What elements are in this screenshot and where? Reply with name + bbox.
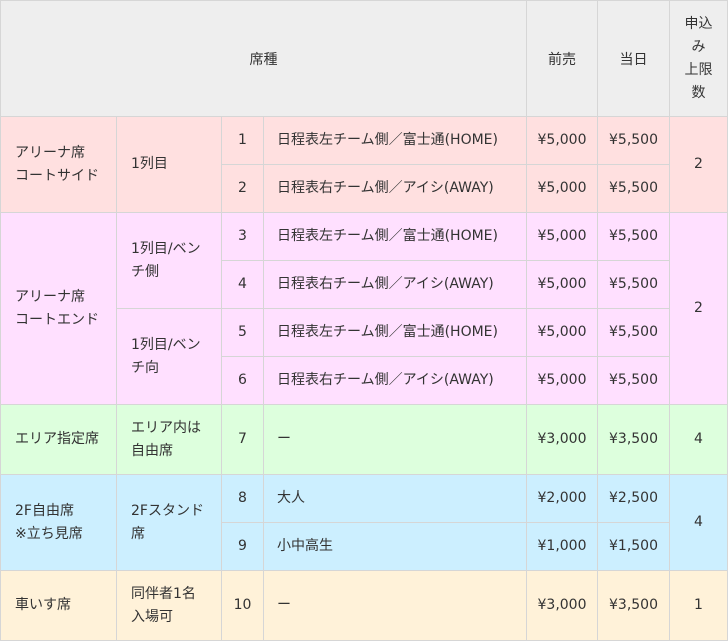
application-limit: 4: [669, 404, 728, 475]
seat-subcategory-line: 2Fスタンド: [131, 502, 204, 519]
door-price: ¥5,500: [597, 116, 670, 165]
table-row: アリーナ席コートサイド 1列目 1 日程表左チーム側／富士通(HOME) ¥5,000 ¥…: [0, 116, 728, 213]
seat-number: 4: [221, 260, 264, 309]
header-door-price: 当日: [597, 0, 670, 117]
door-price: ¥5,500: [597, 356, 670, 405]
seat-subcategory: 1列目: [116, 116, 222, 213]
door-price: ¥5,500: [597, 164, 670, 213]
seat-description: 日程表右チーム側／アイシ(AWAY): [263, 260, 527, 309]
seat-number: 9: [221, 522, 264, 571]
seat-category: アリーナ席コートエンド: [0, 212, 117, 405]
seat-number: 3: [221, 212, 264, 261]
door-price: ¥1,500: [597, 522, 670, 571]
seat-category-line: ※立ち見席: [15, 525, 83, 542]
advance-price: ¥3,000: [526, 404, 598, 475]
door-price: ¥2,500: [597, 474, 670, 523]
seat-subcategory-line: 1列目/ベン: [131, 336, 201, 353]
application-limit: 2: [669, 116, 728, 213]
seat-description: 日程表右チーム側／アイシ(AWAY): [263, 356, 527, 405]
seat-number: 5: [221, 308, 264, 357]
seat-subcategory-line: 1列目/ベン: [131, 240, 201, 257]
header-limit-line: み: [691, 38, 706, 55]
door-price: ¥3,500: [597, 570, 670, 641]
seat-category-line: コートサイド: [15, 167, 99, 184]
table-header-row: 席種 前売 当日 申込 み 上限 数: [0, 0, 728, 117]
advance-price: ¥5,000: [526, 116, 598, 165]
seat-number: 10: [221, 570, 264, 641]
seat-subcategory-line: 自由席: [131, 442, 173, 459]
advance-price: ¥5,000: [526, 212, 598, 261]
ticket-price-table: 席種 前売 当日 申込 み 上限 数 アリーナ席 コートサイド 1列目 1 日程表左チー…: [0, 0, 728, 641]
seat-category: アリーナ席コートサイド: [0, 116, 117, 213]
seat-number: 8: [221, 474, 264, 523]
seat-category-line: エリア指定席: [15, 431, 99, 447]
seat-subcategory: 1列目/ベン チ向: [116, 308, 222, 405]
seat-description: ー: [263, 570, 527, 641]
seat-subcategory-line: 同伴者1名: [131, 585, 196, 602]
advance-price: ¥3,000: [526, 570, 598, 641]
table-row: エリア指定席 エリア内は 自由席 7 ー ¥3,000 ¥3,500 4: [0, 404, 728, 475]
header-limit-line: 上限: [684, 61, 713, 78]
door-price: ¥5,500: [597, 212, 670, 261]
seat-category-line: 車いす席: [15, 597, 71, 613]
table-row: 車いす席 同伴者1名 入場可 10 ー ¥3,000 ¥3,500 1: [0, 570, 728, 641]
seat-subcategory-line: 入場可: [131, 608, 173, 625]
seat-subcategory: 同伴者1名入場可: [116, 570, 222, 641]
seat-number: 2: [221, 164, 264, 213]
seat-subcategory: 2Fスタンド席: [116, 474, 222, 571]
seat-description: 日程表左チーム側／富士通(HOME): [263, 116, 527, 165]
seat-subcategory: エリア内は 自由席: [116, 404, 222, 475]
seat-description: 大人: [263, 474, 527, 523]
seat-description: 日程表右チーム側／アイシ(AWAY): [263, 164, 527, 213]
application-limit: 1: [669, 570, 728, 641]
seat-subcategory-line: 席: [131, 525, 145, 542]
application-limit: 2: [669, 212, 728, 405]
seat-subcategory-line: エリア内は: [131, 419, 201, 436]
seat-subcategory-line: チ向: [131, 359, 159, 376]
seat-category-line: アリーナ席: [15, 144, 85, 161]
seat-description: 日程表左チーム側／富士通(HOME): [263, 308, 527, 357]
seat-category-line: 2F自由席: [15, 502, 74, 519]
table-row: 2F自由席 ※立ち見席 2Fスタンド席 8 大人 ¥2,000 ¥2,500 4: [0, 474, 728, 571]
header-seat-type: 席種: [0, 0, 527, 117]
seat-category: エリア指定席: [0, 404, 117, 475]
seat-category: 車いす席: [0, 570, 117, 641]
header-limit-line: 数: [691, 84, 706, 101]
seat-number: 1: [221, 116, 264, 165]
header-application-limit: 申込 み 上限 数: [669, 0, 728, 117]
table-body: アリーナ席 コートサイド 1列目 1 日程表左チーム側／富士通(HOME) ¥5,000 ¥…: [0, 116, 728, 641]
seat-category: 2F自由席 ※立ち見席: [0, 474, 117, 571]
advance-price: ¥1,000: [526, 522, 598, 571]
advance-price: ¥2,000: [526, 474, 598, 523]
seat-number: 6: [221, 356, 264, 405]
advance-price: ¥5,000: [526, 260, 598, 309]
application-limit: 4: [669, 474, 728, 571]
door-price: ¥5,500: [597, 308, 670, 357]
advance-price: ¥5,000: [526, 164, 598, 213]
header-advance-price: 前売: [526, 0, 598, 117]
advance-price: ¥5,000: [526, 356, 598, 405]
table-row: アリーナ席 コートエンド 1列目/ベン チ側 3 日程表左チーム側／富士通(HOME) ¥5…: [0, 212, 728, 405]
seat-category-line: コートエンド: [15, 311, 99, 328]
seat-subcategory-line: チ側: [131, 263, 159, 280]
seat-subcategory-line: 1列目: [131, 156, 168, 172]
seat-description: ー: [263, 404, 527, 475]
seat-number: 7: [221, 404, 264, 475]
seat-description: 小中高生: [263, 522, 527, 571]
seat-subcategory: 1列目/ベン チ側: [116, 212, 222, 309]
seat-description: 日程表左チーム側／富士通(HOME): [263, 212, 527, 261]
door-price: ¥5,500: [597, 260, 670, 309]
header-limit-line: 申込: [684, 15, 713, 32]
door-price: ¥3,500: [597, 404, 670, 475]
seat-category-line: アリーナ席: [15, 288, 85, 305]
advance-price: ¥5,000: [526, 308, 598, 357]
